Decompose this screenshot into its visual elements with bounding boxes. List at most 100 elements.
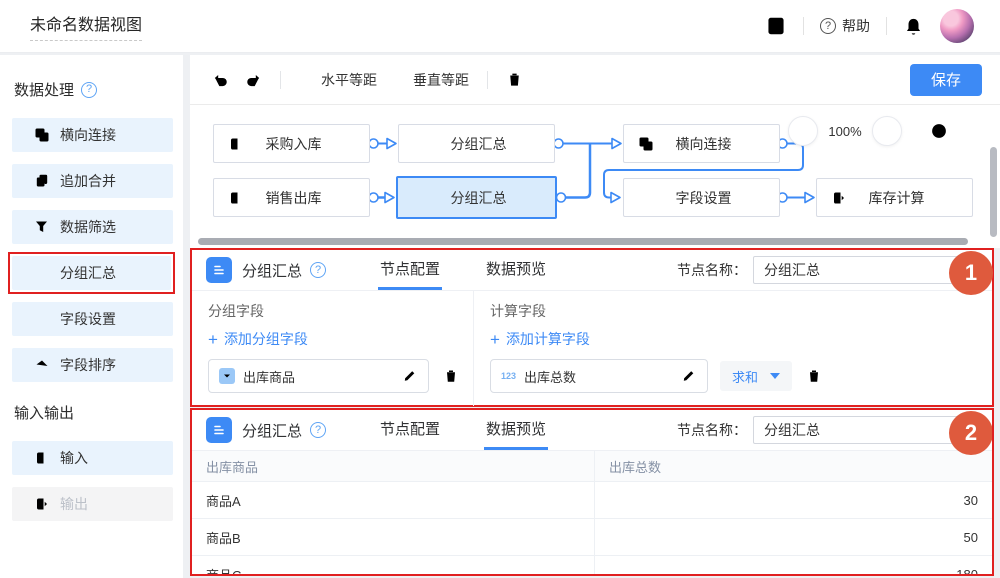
plus-icon: +	[208, 331, 218, 348]
node-name-label: 节点名称：	[677, 420, 747, 440]
chevron-down-icon	[770, 373, 780, 379]
bell-icon[interactable]	[903, 16, 924, 37]
save-button[interactable]: 保存	[910, 64, 982, 96]
table-cell: 30	[595, 482, 992, 518]
node-group-summary-top[interactable]: 分组汇总	[398, 124, 555, 163]
canvas-toolbar: 水平等距 垂直等距 保存	[190, 55, 1000, 105]
node-name-input[interactable]	[753, 256, 978, 284]
zoom-in-button[interactable]	[872, 116, 902, 146]
panel-tabs: 节点配置 数据预览	[378, 410, 548, 450]
flow-canvas[interactable]: 采购入库 分组汇总 横向连接 销售出库 分组汇总 字段设置 库存计算 100	[190, 105, 1000, 248]
node-sales-outbound[interactable]: 销售出库	[213, 178, 370, 217]
help-button[interactable]: ? 帮助	[820, 16, 870, 36]
sidebar-item-group-summary[interactable]: 分组汇总	[12, 256, 171, 290]
output-icon	[34, 496, 50, 512]
page-title[interactable]: 未命名数据视图	[30, 11, 142, 41]
sidebar-item-field-sort[interactable]: 字段排序	[12, 348, 173, 382]
input-icon	[228, 190, 244, 206]
field-settings-icon	[638, 190, 654, 206]
sidebar-item-data-filter[interactable]: 数据筛选	[12, 210, 173, 244]
locate-center-icon[interactable]	[928, 120, 950, 142]
annotation-badge-1: 1	[949, 251, 993, 295]
sidebar-item-input[interactable]: 输入	[12, 441, 173, 475]
avatar[interactable]	[940, 9, 974, 43]
topbar: 未命名数据视图 ? 帮助	[0, 0, 1000, 53]
node-field-settings[interactable]: 字段设置	[623, 178, 780, 217]
tab-node-config[interactable]: 节点配置	[378, 410, 442, 450]
section-label: 数据处理	[14, 79, 74, 100]
table-row: 商品B 50	[192, 519, 992, 556]
redo-icon	[244, 71, 262, 89]
calc-field-item[interactable]: 123 出库总数	[490, 359, 708, 393]
add-group-field-label: 添加分组字段	[224, 329, 308, 349]
edit-icon[interactable]	[681, 368, 697, 384]
preview-table: 出库商品 出库总数 商品A 30 商品B 50 商品C 180	[192, 451, 992, 576]
trash-icon	[506, 71, 523, 88]
group-summary-config-panel: 分组汇总 ? 节点配置 数据预览 节点名称： 分组字段 + 添加分组字段	[190, 248, 994, 407]
delete-field-icon[interactable]	[443, 368, 459, 384]
table-row: 商品C 180	[192, 556, 992, 576]
table-cell: 商品A	[192, 482, 595, 518]
undo-button[interactable]	[212, 71, 230, 89]
table-cell: 商品B	[192, 519, 595, 555]
node-label: 分组汇总	[429, 134, 540, 154]
group-summary-preview-panel: 分组汇总 ? 节点配置 数据预览 节点名称： 出库商品 出库总数 商品A 30 …	[190, 408, 994, 576]
vertical-scrollbar[interactable]	[990, 147, 997, 237]
field-settings-icon	[34, 311, 50, 327]
contact-card-icon[interactable]	[765, 15, 787, 37]
group-field-item[interactable]: 出库商品	[208, 359, 429, 393]
sidebar-item-append-merge[interactable]: 追加合并	[12, 164, 173, 198]
table-cell: 180	[595, 556, 992, 576]
tab-node-config[interactable]: 节点配置	[378, 250, 442, 290]
group-field-row: 出库商品	[208, 359, 459, 393]
panel-title: 分组汇总	[242, 260, 302, 281]
node-label: 横向连接	[654, 134, 765, 154]
calc-fields-section: 计算字段 + 添加计算字段 123 出库总数 求和	[474, 291, 992, 406]
topbar-actions: ? 帮助	[765, 9, 974, 43]
node-purchase-inbound[interactable]: 采购入库	[213, 124, 370, 163]
node-label: 分组汇总	[428, 188, 541, 208]
panel-tabs: 节点配置 数据预览	[378, 250, 548, 290]
tab-data-preview[interactable]: 数据预览	[484, 410, 548, 450]
help-label: 帮助	[842, 16, 870, 36]
delete-field-icon[interactable]	[806, 368, 822, 384]
zoom-out-button[interactable]	[788, 116, 818, 146]
sidebar: 数据处理 ? 横向连接 追加合并 数据筛选 分组汇总 字段设置 字段排序	[0, 55, 183, 578]
sidebar-item-label: 追加合并	[60, 171, 116, 191]
add-calc-field-button[interactable]: + 添加计算字段	[490, 329, 978, 349]
sidebar-item-field-settings[interactable]: 字段设置	[12, 302, 173, 336]
append-icon	[34, 173, 50, 189]
group-summary-icon	[413, 136, 429, 152]
redo-button[interactable]	[244, 71, 262, 89]
section-data-processing: 数据处理 ?	[14, 79, 173, 100]
node-name-label: 节点名称：	[677, 260, 747, 280]
horizontal-scrollbar[interactable]	[198, 238, 968, 245]
sidebar-item-label: 输入	[60, 448, 88, 468]
sidebar-item-horizontal-join[interactable]: 横向连接	[12, 118, 173, 152]
help-icon[interactable]: ?	[310, 262, 326, 278]
help-icon[interactable]: ?	[310, 422, 326, 438]
vertical-spacing-button[interactable]: 垂直等距	[391, 70, 469, 90]
node-name-input[interactable]	[753, 416, 978, 444]
node-group-summary-selected[interactable]: 分组汇总	[396, 176, 557, 219]
table-cell: 50	[595, 519, 992, 555]
edit-icon[interactable]	[402, 368, 418, 384]
aggregation-select[interactable]: 求和	[720, 361, 792, 391]
table-cell: 商品C	[192, 556, 595, 576]
horizontal-spacing-button[interactable]: 水平等距	[299, 70, 377, 90]
section-title: 计算字段	[490, 301, 978, 321]
help-icon[interactable]: ?	[81, 82, 97, 98]
table-row: 商品A 30	[192, 482, 992, 519]
node-horizontal-join[interactable]: 横向连接	[623, 124, 780, 163]
add-group-field-button[interactable]: + 添加分组字段	[208, 329, 459, 349]
plus-icon: +	[490, 331, 500, 348]
delete-node-button[interactable]	[506, 71, 523, 88]
sidebar-item-label: 字段设置	[60, 309, 116, 329]
zoom-level: 100%	[828, 124, 862, 139]
tab-data-preview[interactable]: 数据预览	[484, 250, 548, 290]
input-icon	[228, 136, 244, 152]
node-inventory-calc[interactable]: 库存计算	[816, 178, 973, 217]
node-config-body: 分组字段 + 添加分组字段 出库商品 计算字段 +	[192, 291, 992, 406]
group-summary-icon	[34, 265, 50, 281]
sidebar-item-label: 数据筛选	[60, 217, 116, 237]
